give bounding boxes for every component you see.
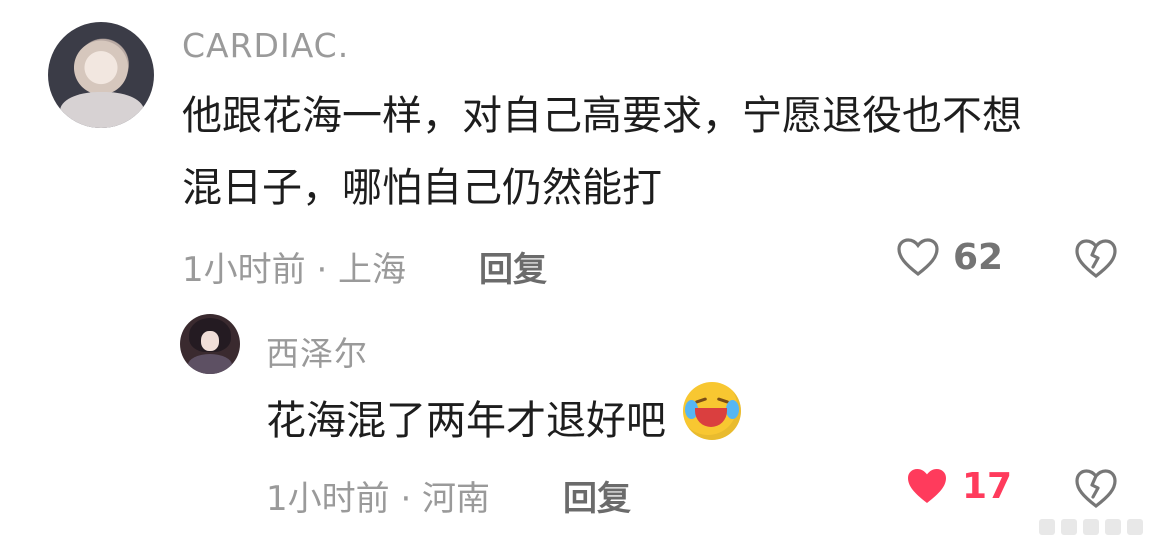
comment-line-2: 混日子，哪怕自己仍然能打 <box>182 165 662 211</box>
reply-button[interactable]: 回复 <box>479 242 547 291</box>
avatar[interactable] <box>48 22 154 128</box>
reply-reply-button[interactable]: 回复 <box>563 471 631 520</box>
reply-meta: 1小时前 · 河南 <box>266 479 491 519</box>
broken-heart-icon[interactable] <box>1072 236 1120 280</box>
watermark-mark <box>1127 519 1143 535</box>
reply-text-content: 花海混了两年才退好吧 <box>266 398 666 444</box>
like-count: 62 <box>953 236 1004 278</box>
reply-like-count: 17 <box>962 465 1013 507</box>
comment-line-1: 他跟花海一样，对自己高要求，宁愿退役也不想 <box>182 93 1022 139</box>
reply-like-button[interactable]: 17 <box>904 465 1012 507</box>
emoji-tear-right <box>725 400 739 419</box>
like-button[interactable]: 62 <box>895 236 1003 278</box>
reply-avatar[interactable] <box>180 314 240 374</box>
emoji-mouth <box>694 408 727 427</box>
watermark <box>1039 519 1151 535</box>
watermark-mark <box>1039 519 1055 535</box>
watermark-mark <box>1061 519 1077 535</box>
reply-broken-heart-icon[interactable] <box>1072 466 1120 510</box>
heart-outline-icon <box>897 238 939 277</box>
watermark-mark <box>1083 519 1099 535</box>
reply-text: 花海混了两年才退好吧 <box>266 382 826 457</box>
avatar-body <box>60 92 144 128</box>
crying-laughing-emoji-icon <box>682 382 741 440</box>
watermark-mark <box>1105 519 1121 535</box>
comment-meta: 1小时前 · 上海 <box>182 250 407 290</box>
comment-username[interactable]: CARDIAC. <box>182 26 349 65</box>
reply-avatar-face <box>201 331 219 351</box>
reply-username[interactable]: 西泽尔 <box>266 327 368 375</box>
heart-filled-icon <box>908 469 946 503</box>
comment-text: 他跟花海一样，对自己高要求，宁愿退役也不想 混日子，哪怕自己仍然能打 <box>182 80 1122 224</box>
reply-avatar-body <box>188 354 232 374</box>
